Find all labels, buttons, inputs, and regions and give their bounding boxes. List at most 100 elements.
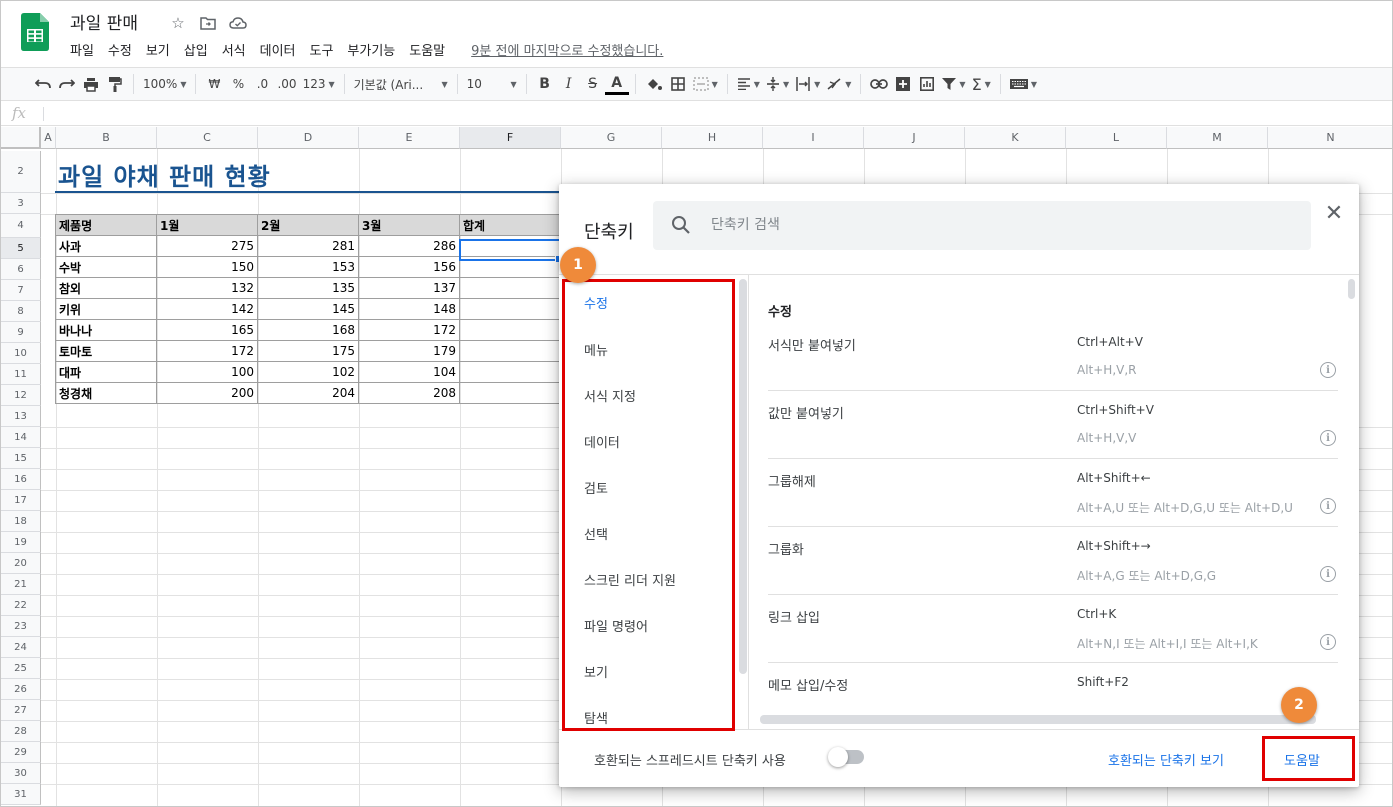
column-header[interactable]: F (460, 127, 561, 149)
product-cell[interactable]: 키위 (55, 298, 157, 320)
product-cell[interactable]: 토마토 (55, 340, 157, 362)
product-cell[interactable]: 사과 (55, 235, 157, 257)
row-header[interactable]: 29 (1, 742, 41, 763)
move-folder-icon[interactable] (197, 12, 219, 34)
value-cell[interactable]: 156 (358, 256, 460, 278)
row-header[interactable]: 24 (1, 637, 41, 658)
total-cell[interactable] (459, 277, 561, 299)
insert-chart-icon[interactable] (915, 71, 939, 97)
value-cell[interactable]: 172 (358, 319, 460, 341)
total-cell[interactable] (459, 382, 561, 404)
info-icon[interactable]: i (1320, 498, 1336, 514)
column-header[interactable]: D (258, 127, 359, 149)
row-header[interactable]: 16 (1, 469, 41, 490)
total-cell[interactable] (459, 340, 561, 362)
column-header[interactable]: J (864, 127, 965, 149)
menu-view[interactable]: 보기 (146, 40, 170, 59)
header-cell[interactable]: 3월 (358, 214, 460, 236)
row-header[interactable]: 2 (1, 151, 41, 193)
shortcut-search-box[interactable] (653, 201, 1311, 250)
input-tools-icon[interactable]: ▼ (1007, 71, 1040, 97)
text-color-button[interactable]: A (604, 73, 629, 95)
text-rotation-icon[interactable]: ▼ (823, 71, 854, 97)
header-cell[interactable]: 합계 (459, 214, 561, 236)
product-cell[interactable]: 청경채 (55, 382, 157, 404)
row-header[interactable]: 6 (1, 259, 41, 280)
product-cell[interactable]: 수박 (55, 256, 157, 278)
row-header[interactable]: 7 (1, 280, 41, 301)
row-header[interactable]: 17 (1, 490, 41, 511)
strikethrough-button[interactable]: S (581, 71, 605, 97)
row-header[interactable]: 20 (1, 553, 41, 574)
value-cell[interactable]: 281 (257, 235, 359, 257)
column-header[interactable]: A (41, 127, 56, 149)
italic-button[interactable]: I (557, 71, 581, 97)
font-family-select[interactable]: 기본값 (Ari... ▼ (351, 71, 451, 97)
total-cell[interactable] (459, 361, 561, 383)
column-header[interactable]: G (561, 127, 662, 149)
document-title[interactable]: 과일 판매 (70, 9, 138, 34)
value-cell[interactable]: 142 (156, 298, 258, 320)
row-header[interactable]: 30 (1, 763, 41, 784)
row-header[interactable]: 21 (1, 574, 41, 595)
value-cell[interactable]: 286 (358, 235, 460, 257)
row-header[interactable]: 22 (1, 595, 41, 616)
row-header[interactable]: 8 (1, 301, 41, 322)
row-header[interactable]: 9 (1, 322, 41, 343)
row-header[interactable]: 5 (1, 238, 41, 259)
borders-icon[interactable] (666, 71, 690, 97)
category-scrollbar[interactable] (739, 279, 747, 674)
info-icon[interactable]: i (1320, 634, 1336, 650)
row-header[interactable]: 3 (1, 193, 41, 214)
filter-icon[interactable]: ▼ (939, 71, 968, 97)
percent-format-button[interactable]: % (226, 71, 250, 97)
row-header[interactable]: 11 (1, 364, 41, 385)
vertical-align-icon[interactable]: ▼ (763, 71, 792, 97)
view-compat-shortcuts-link[interactable]: 호환되는 단축키 보기 (1108, 750, 1224, 769)
zoom-select[interactable]: 100% ▼ (140, 71, 189, 97)
star-icon[interactable]: ☆ (167, 12, 189, 34)
undo-icon[interactable] (31, 71, 55, 97)
formula-bar[interactable]: fx (1, 102, 1392, 126)
value-cell[interactable]: 150 (156, 256, 258, 278)
cloud-status-icon[interactable] (227, 12, 249, 34)
menu-edit[interactable]: 수정 (108, 40, 132, 59)
value-cell[interactable]: 132 (156, 277, 258, 299)
info-icon[interactable]: i (1320, 362, 1336, 378)
increase-decimal-button[interactable]: .00 (274, 71, 299, 97)
value-cell[interactable]: 275 (156, 235, 258, 257)
value-cell[interactable]: 137 (358, 277, 460, 299)
column-header[interactable]: K (965, 127, 1066, 149)
product-cell[interactable]: 참외 (55, 277, 157, 299)
product-cell[interactable]: 바나나 (55, 319, 157, 341)
column-header[interactable]: N (1268, 127, 1392, 149)
horizontal-align-icon[interactable]: ▼ (734, 71, 763, 97)
value-cell[interactable]: 172 (156, 340, 258, 362)
value-cell[interactable]: 145 (257, 298, 359, 320)
column-header[interactable]: E (359, 127, 460, 149)
decrease-decimal-button[interactable]: .0 (250, 71, 274, 97)
column-header[interactable]: C (157, 127, 258, 149)
merge-cells-icon[interactable]: ▼ (690, 71, 721, 97)
value-cell[interactable]: 153 (257, 256, 359, 278)
row-header[interactable]: 10 (1, 343, 41, 364)
last-edit-link[interactable]: 9분 전에 마지막으로 수정했습니다. (471, 40, 663, 59)
menu-addons[interactable]: 부가기능 (347, 40, 395, 59)
close-icon[interactable]: ✕ (1321, 200, 1347, 226)
row-header[interactable]: 13 (1, 406, 41, 427)
total-cell[interactable] (459, 298, 561, 320)
compat-shortcuts-toggle[interactable] (828, 747, 864, 767)
menu-insert[interactable]: 삽입 (184, 40, 208, 59)
row-header[interactable]: 25 (1, 658, 41, 679)
menu-file[interactable]: 파일 (70, 40, 94, 59)
column-header[interactable]: I (763, 127, 864, 149)
value-cell[interactable]: 168 (257, 319, 359, 341)
row-header[interactable]: 28 (1, 721, 41, 742)
paint-format-icon[interactable] (103, 71, 127, 97)
font-size-select[interactable]: 10 ▼ (464, 71, 520, 97)
info-icon[interactable]: i (1320, 566, 1336, 582)
menu-tools[interactable]: 도구 (310, 40, 334, 59)
row-header[interactable]: 27 (1, 700, 41, 721)
row-header[interactable]: 23 (1, 616, 41, 637)
info-icon[interactable]: i (1320, 430, 1336, 446)
